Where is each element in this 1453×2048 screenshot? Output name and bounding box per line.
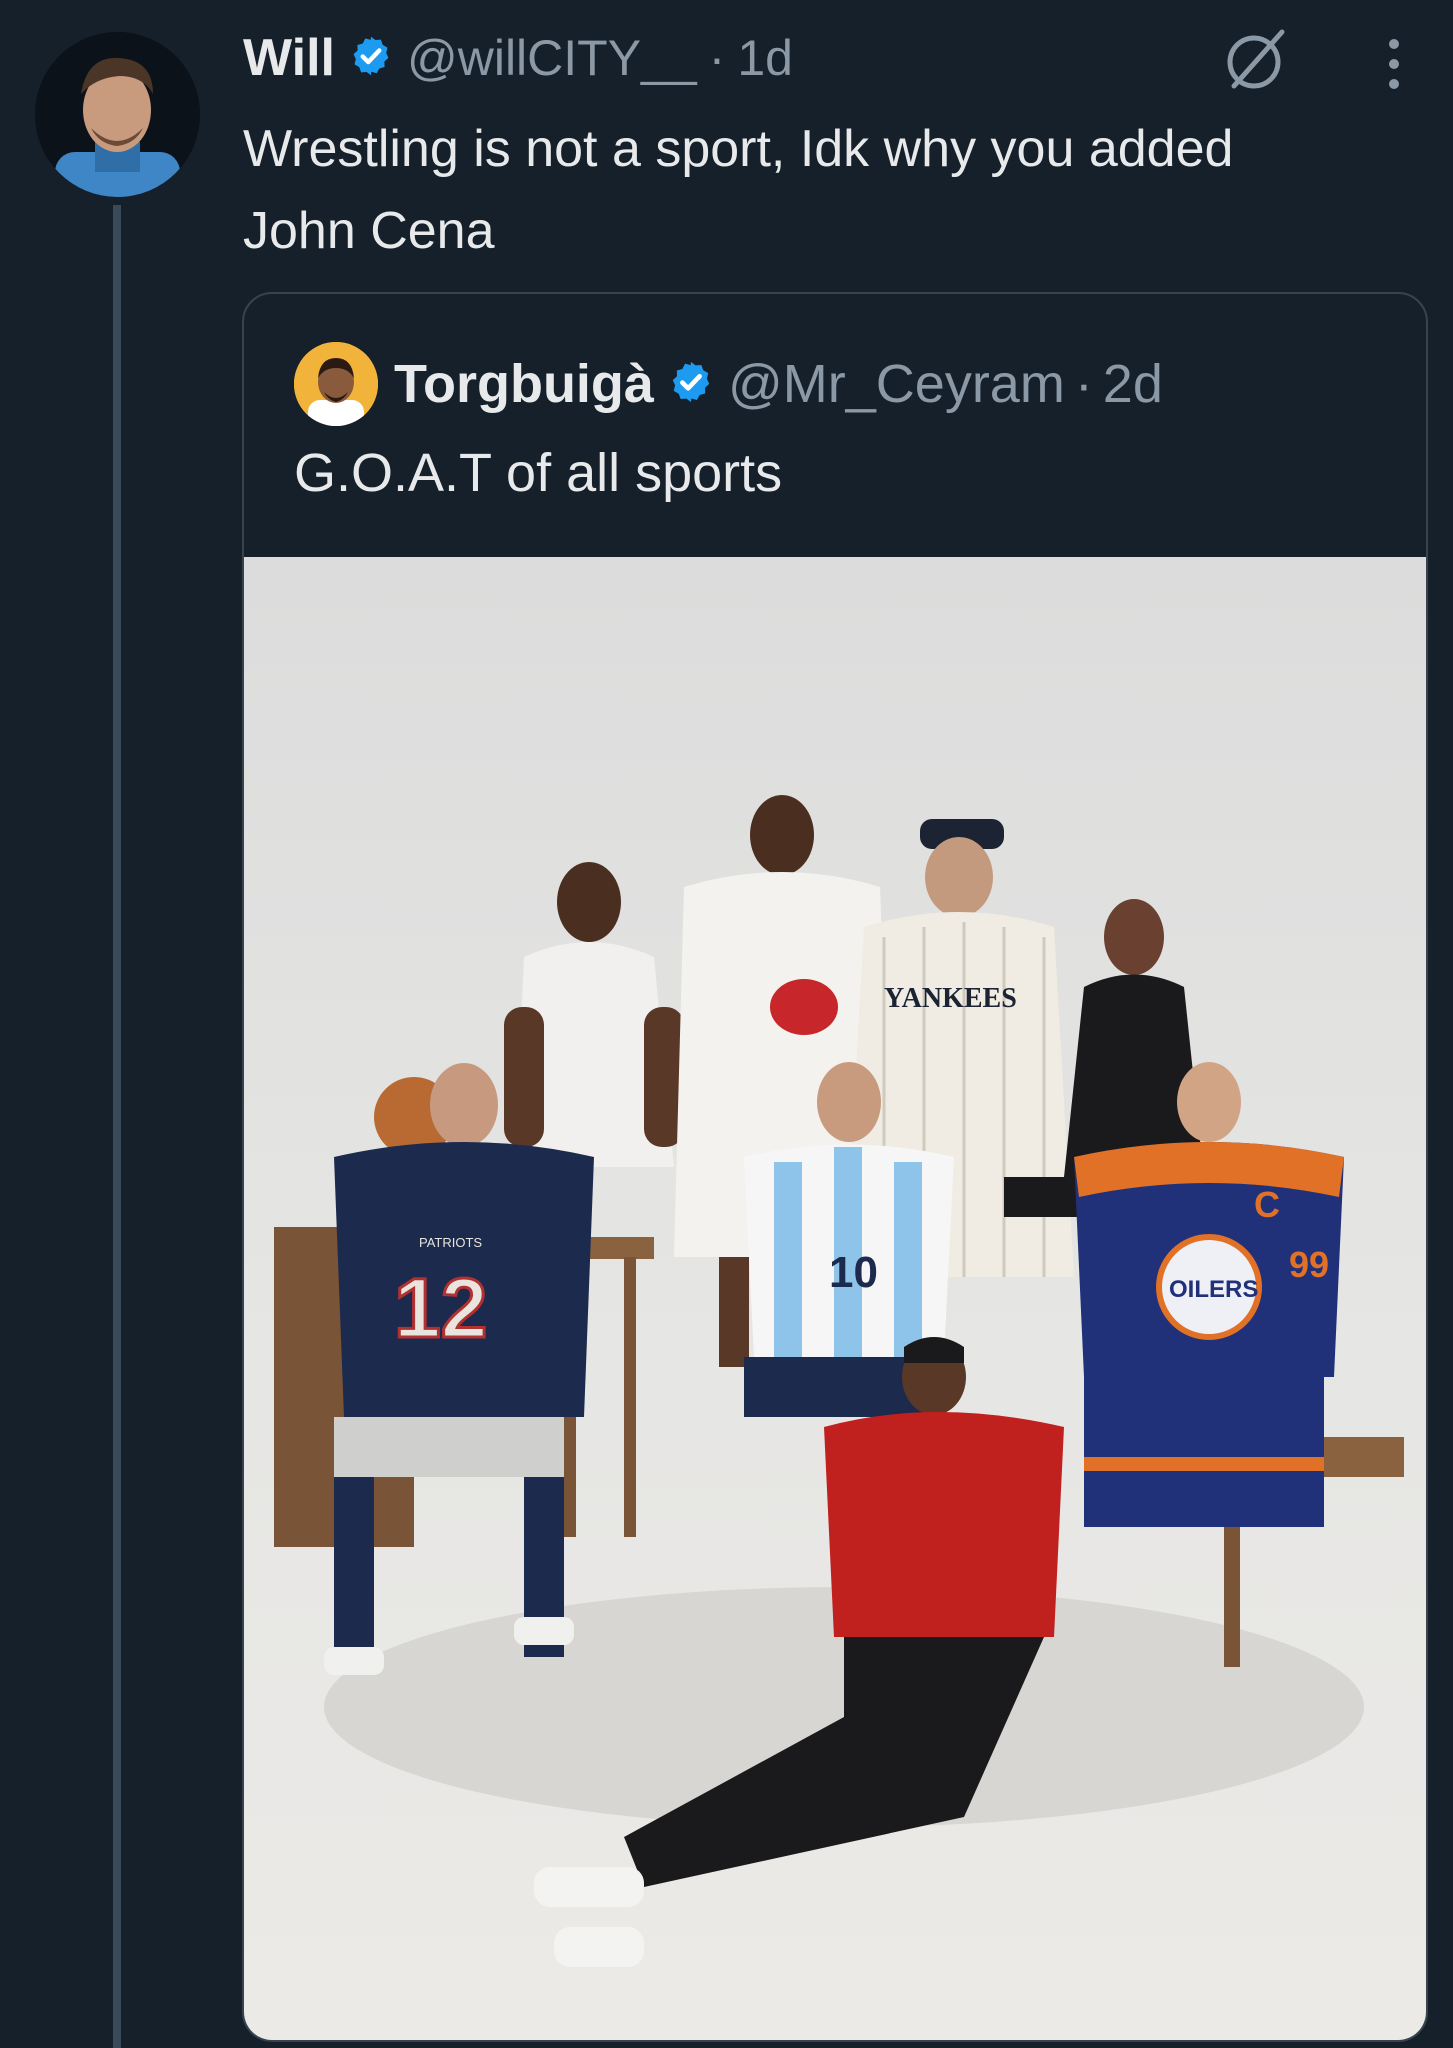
reply-timestamp[interactable]: 1d (737, 29, 793, 87)
patriots-number: 12 (394, 1261, 487, 1355)
separator-dot: · (708, 30, 726, 86)
grok-icon[interactable] (1218, 22, 1294, 98)
oilers-captain-letter: C (1254, 1184, 1280, 1225)
patriots-wordmark: PATRIOTS (419, 1235, 482, 1250)
reply-header: Will @willCITY__ · 1d (243, 22, 793, 94)
thread-connector-line (113, 205, 121, 2048)
argentina-number: 10 (829, 1248, 878, 1297)
quoted-author-name[interactable]: Torgbuigà (394, 353, 654, 415)
yankees-wordmark: YANKEES (884, 983, 1017, 1014)
reply-author-handle[interactable]: @willCITY__ (407, 29, 697, 87)
oilers-wordmark: OILERS (1169, 1276, 1258, 1303)
quoted-timestamp[interactable]: 2d (1103, 353, 1163, 415)
verified-badge-icon (349, 34, 393, 83)
oilers-number: 99 (1289, 1244, 1329, 1285)
quoted-author-avatar[interactable] (294, 342, 378, 426)
reply-author-avatar[interactable] (35, 32, 200, 197)
quoted-text: G.O.A.T of all sports (294, 443, 783, 503)
verified-badge-icon (668, 359, 714, 410)
quoted-header: Torgbuigà @Mr_Ceyram · 2d (394, 344, 1163, 424)
reply-author-name[interactable]: Will (243, 28, 335, 88)
more-options-icon[interactable] (1382, 34, 1406, 94)
reply-text: Wrestling is not a sport, Idk why you ad… (243, 120, 1234, 260)
quoted-author-handle[interactable]: @Mr_Ceyram (728, 353, 1065, 415)
quoted-tweet-card[interactable]: Torgbuigà @Mr_Ceyram · 2d G.O.A.T of all… (242, 292, 1428, 2042)
quoted-media-photo[interactable]: YANKEES 12 PATRIOTS 10 OILERS C 99 (244, 557, 1426, 2040)
separator-dot: · (1074, 354, 1093, 414)
